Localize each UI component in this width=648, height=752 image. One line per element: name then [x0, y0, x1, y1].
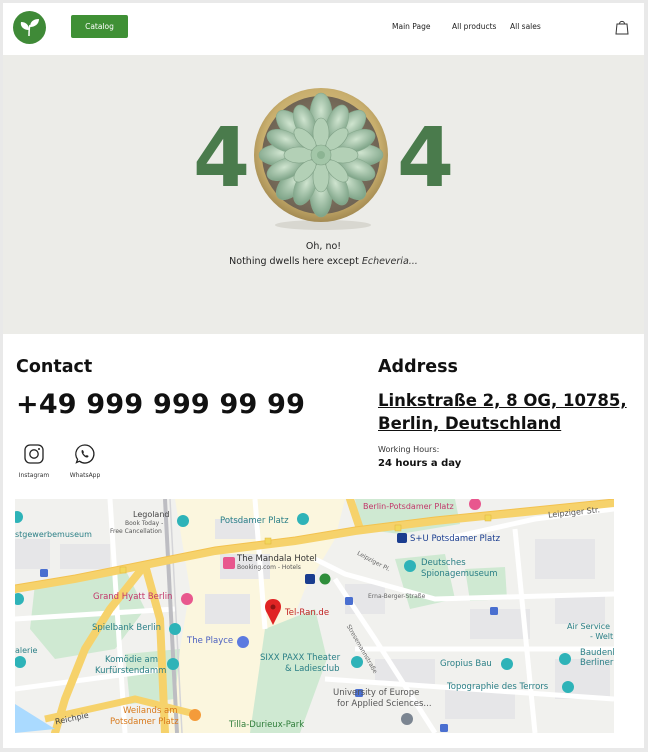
map-label-weilands-1[interactable]: Weilands am — [123, 707, 177, 716]
catalog-button[interactable]: Catalog — [71, 15, 128, 38]
error-message-text: Nothing dwells here except — [229, 256, 359, 267]
instagram-link[interactable]: Instagram — [13, 443, 55, 479]
map-label-mandala-sub: Booking.com - Hotels — [237, 564, 301, 571]
map-label-spionagemuseum-1[interactable]: Deutsches — [421, 559, 466, 568]
map-label-tel-ran[interactable]: Tel-Ran.de — [285, 609, 329, 618]
map-label-air-service-1[interactable]: Air Service — [567, 622, 610, 631]
map-label-weilands-2[interactable]: Potsdamer Platz — [110, 718, 179, 727]
whatsapp-icon — [75, 444, 95, 464]
map-label-gropius-bau[interactable]: Gropius Bau — [440, 660, 492, 669]
nav-main-page[interactable]: Main Page — [392, 22, 430, 31]
map-label-university-1[interactable]: University of Europe — [333, 689, 419, 698]
map-label-erna-berger-strasse: Erna-Berger-Straße — [368, 593, 426, 600]
succulent-pot-image — [254, 88, 388, 230]
error-message-plant: Echeveria... — [361, 256, 418, 267]
location-map[interactable]: Legoland Book Today - Free Cancellation … — [15, 499, 614, 733]
nav-all-products[interactable]: All products — [452, 22, 496, 31]
address-title: Address — [378, 357, 458, 377]
map-label-baudenkmal-1[interactable]: Baudenkm — [580, 649, 614, 658]
instagram-icon — [24, 444, 44, 464]
map-label-legoland-sub1: Book Today - — [125, 520, 164, 527]
map-label-berlin-potsdamer-platz[interactable]: Berlin-Potsdamer Platz — [363, 502, 454, 511]
map-label-komodie-2[interactable]: Kurfürstendamm — [95, 667, 166, 676]
map-label-kunstgewerbemuseum[interactable]: stgewerbemuseum — [15, 530, 92, 539]
error-message: Nothing dwells here except Echeveria... — [3, 256, 644, 267]
map-label-air-service-2[interactable]: - Welt — [590, 632, 613, 641]
contact-title: Contact — [16, 357, 93, 377]
working-hours-label: Working Hours: — [378, 445, 440, 454]
header: Catalog Main Page All products All sales — [3, 3, 644, 55]
error-title: Oh, no! — [305, 241, 342, 252]
map-label-grand-hyatt[interactable]: Grand Hyatt Berlin — [93, 593, 172, 602]
whatsapp-link[interactable]: WhatsApp — [64, 443, 106, 479]
phone-number[interactable]: +49 999 999 99 99 — [16, 389, 305, 421]
map-label-the-playce[interactable]: The Playce — [187, 637, 233, 646]
map-label-legoland[interactable]: Legoland — [133, 510, 169, 519]
map-label-sixx-paxx-1[interactable]: SIXX PAXX Theater — [260, 654, 340, 663]
logo[interactable] — [13, 11, 46, 44]
working-hours-value: 24 hours a day — [378, 458, 462, 469]
map-label-baudenkmal-2[interactable]: Berliner M — [580, 659, 614, 668]
map-label-legoland-sub2: Free Cancellation — [110, 528, 162, 535]
map-label-sixx-paxx-2[interactable]: & Ladiesclub — [285, 665, 340, 674]
page: Catalog Main Page All products All sales… — [3, 3, 644, 748]
address-line-2: Berlin, Deutschland — [378, 414, 562, 433]
map-label-spionagemuseum-2[interactable]: Spionagemuseum — [421, 570, 498, 579]
map-label-komodie-1[interactable]: Komödie am — [105, 656, 158, 665]
map-label-su-potsdamer-platz[interactable]: S+U Potsdamer Platz — [410, 535, 500, 544]
map-label-topographie[interactable]: Topographie des Terrors — [447, 683, 548, 692]
map-label-university-2[interactable]: for Applied Sciences... — [337, 700, 432, 709]
map-label-mandala-hotel[interactable]: The Mandala Hotel — [237, 555, 317, 564]
whatsapp-label: WhatsApp — [69, 472, 101, 479]
shopping-bag-icon[interactable] — [615, 19, 629, 35]
map-label-tilla-durieux-park[interactable]: Tilla-Durieux-Park — [229, 721, 304, 730]
map-label-spielbank[interactable]: Spielbank Berlin — [92, 624, 161, 633]
map-label-galerie[interactable]: alerie — [15, 646, 37, 655]
address-link[interactable]: Linkstraße 2, 8 OG, 10785, Berlin, Deuts… — [378, 389, 627, 435]
address-line-1: Linkstraße 2, 8 OG, 10785, — [378, 391, 627, 410]
nav-all-sales[interactable]: All sales — [510, 22, 541, 31]
digit-four-right: 4 — [397, 111, 455, 206]
error-404-banner: 4 4 Oh, no! Nothing dwells here except E… — [3, 55, 644, 334]
digit-four-left: 4 — [193, 111, 251, 206]
leaf-logo-icon — [20, 19, 39, 37]
map-label-potsdamer-platz[interactable]: Potsdamer Platz — [220, 517, 289, 526]
instagram-label: Instagram — [18, 472, 50, 479]
